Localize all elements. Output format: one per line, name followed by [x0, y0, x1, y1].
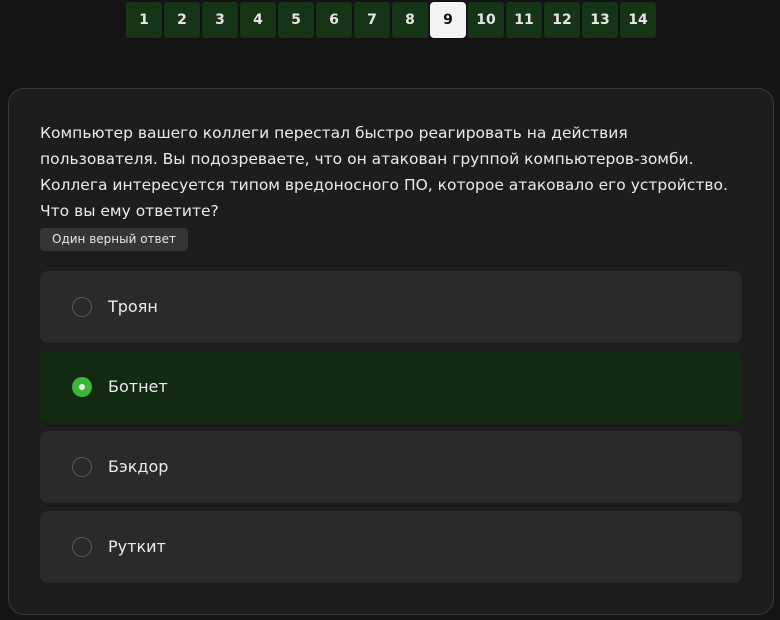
radio-unchecked-icon[interactable] — [72, 457, 92, 477]
answer-option-rootkit[interactable]: Руткит — [40, 511, 742, 583]
page-button-14[interactable]: 14 — [620, 2, 656, 38]
page-button-5[interactable]: 5 — [278, 2, 314, 38]
answer-type-badge: Один верный ответ — [40, 228, 188, 251]
page-button-11[interactable]: 11 — [506, 2, 542, 38]
page-button-6[interactable]: 6 — [316, 2, 352, 38]
radio-unchecked-icon[interactable] — [72, 297, 92, 317]
question-text: Компьютер вашего коллеги перестал быстро… — [40, 124, 728, 220]
question-pagination: 1 2 3 4 5 6 7 8 9 10 11 12 13 14 — [126, 2, 656, 38]
answer-option-botnet[interactable]: Ботнет — [40, 351, 742, 423]
page-button-9-current[interactable]: 9 — [430, 2, 466, 38]
answer-option-label: Руткит — [108, 537, 166, 556]
answer-option-backdoor[interactable]: Бэкдор — [40, 431, 742, 503]
question-card: Компьютер вашего коллеги перестал быстро… — [8, 88, 774, 615]
page-button-13[interactable]: 13 — [582, 2, 618, 38]
radio-unchecked-icon[interactable] — [72, 537, 92, 557]
page-button-4[interactable]: 4 — [240, 2, 276, 38]
page-button-1[interactable]: 1 — [126, 2, 162, 38]
answer-option-trojan[interactable]: Троян — [40, 271, 742, 343]
page-button-12[interactable]: 12 — [544, 2, 580, 38]
radio-checked-icon[interactable] — [72, 377, 92, 397]
page-button-10[interactable]: 10 — [468, 2, 504, 38]
answer-option-label: Троян — [108, 297, 158, 316]
page-button-8[interactable]: 8 — [392, 2, 428, 38]
page-button-2[interactable]: 2 — [164, 2, 200, 38]
page-button-7[interactable]: 7 — [354, 2, 390, 38]
page-button-3[interactable]: 3 — [202, 2, 238, 38]
answer-option-label: Ботнет — [108, 377, 168, 396]
answer-option-label: Бэкдор — [108, 457, 169, 476]
